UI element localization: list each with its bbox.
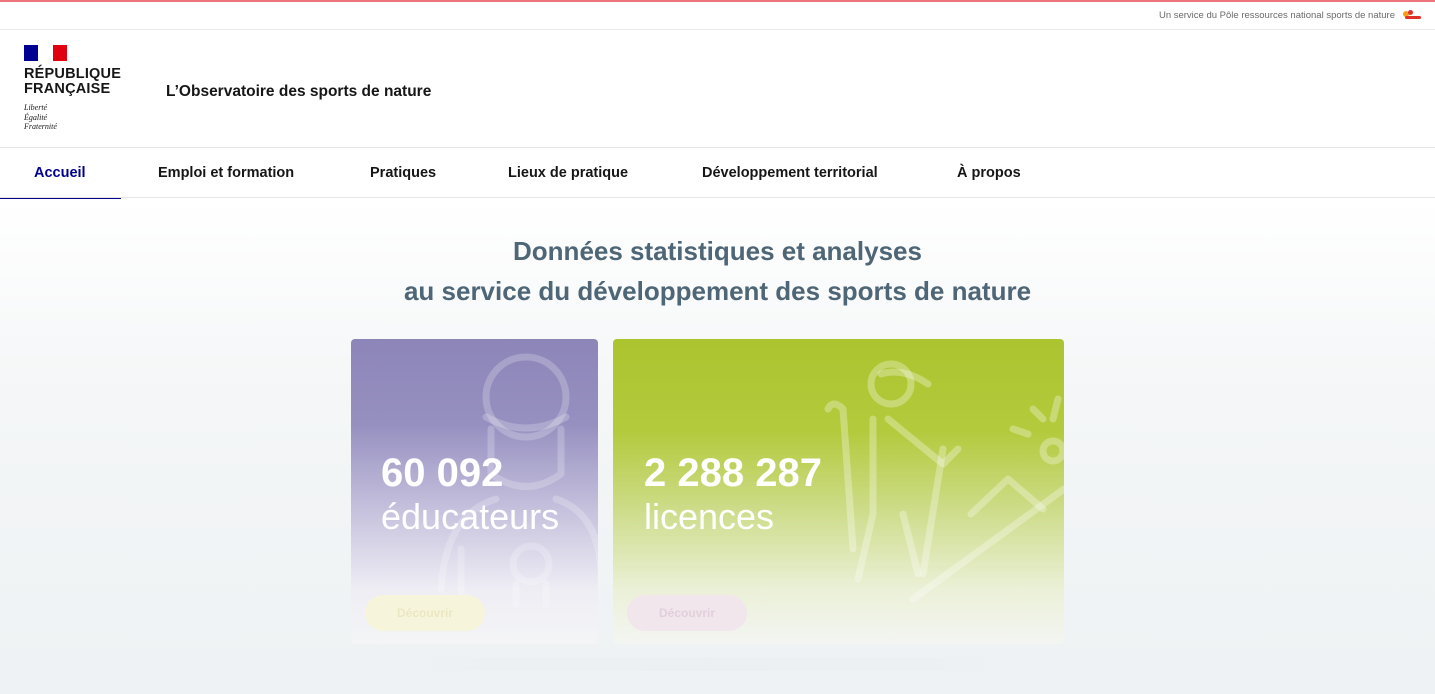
educateurs-discover-button[interactable]: Découvrir <box>365 595 485 631</box>
republic-name-line2: FRANÇAISE <box>24 81 111 97</box>
nav-item-accueil[interactable]: Accueil <box>34 148 86 198</box>
service-bar: Un service du Pôle ressources national s… <box>0 2 1435 30</box>
site-title[interactable]: L’Observatoire des sports de nature <box>166 83 431 101</box>
motto-egalite: Égalité <box>24 112 48 122</box>
hero-title: Données statistiques et analyses au serv… <box>0 231 1435 311</box>
cards-shadow <box>351 657 1064 671</box>
educateurs-count: 60 092 <box>381 451 504 495</box>
hero-title-line1: Données statistiques et analyses <box>513 236 922 266</box>
nav-item-pratiques[interactable]: Pratiques <box>370 148 436 198</box>
motto-fraternite: Fraternité <box>24 122 57 131</box>
educateurs-stat-card[interactable]: 60 092 éducateurs Découvrir <box>351 339 598 644</box>
educateurs-label: éducateurs <box>381 496 560 537</box>
republic-motto: Liberté Égalité Fraternité <box>24 103 121 132</box>
motto-liberte: Liberté <box>24 103 48 112</box>
nav-item-developpement-territorial[interactable]: Développement territorial <box>702 148 878 198</box>
main-navigation: Accueil Emploi et formation Pratiques Li… <box>0 148 1435 200</box>
site-header: RÉPUBLIQUE FRANÇAISE Liberté Égalité Fra… <box>0 30 1435 148</box>
hero-section: Données statistiques et analyses au serv… <box>0 199 1435 694</box>
licences-stat-card[interactable]: 2 288 287 licences Découvrir <box>613 339 1064 644</box>
licences-label: licences <box>644 496 775 537</box>
nav-item-lieux-de-pratique[interactable]: Lieux de pratique <box>508 148 628 198</box>
licences-discover-button[interactable]: Découvrir <box>627 595 747 631</box>
nav-item-emploi-formation[interactable]: Emploi et formation <box>158 148 294 198</box>
hero-title-line2: au service du développement des sports d… <box>403 276 1032 306</box>
licences-count: 2 288 287 <box>644 451 822 495</box>
marianne-flag-icon <box>24 45 67 61</box>
service-bar-text[interactable]: Un service du Pôle ressources national s… <box>1159 10 1395 21</box>
republic-name-line1: RÉPUBLIQUE <box>24 66 122 82</box>
nav-item-a-propos[interactable]: À propos <box>957 148 1021 198</box>
republique-francaise-logo[interactable]: RÉPUBLIQUE FRANÇAISE Liberté Égalité Fra… <box>24 45 121 132</box>
pole-ressources-logo-icon[interactable] <box>1401 9 1425 23</box>
